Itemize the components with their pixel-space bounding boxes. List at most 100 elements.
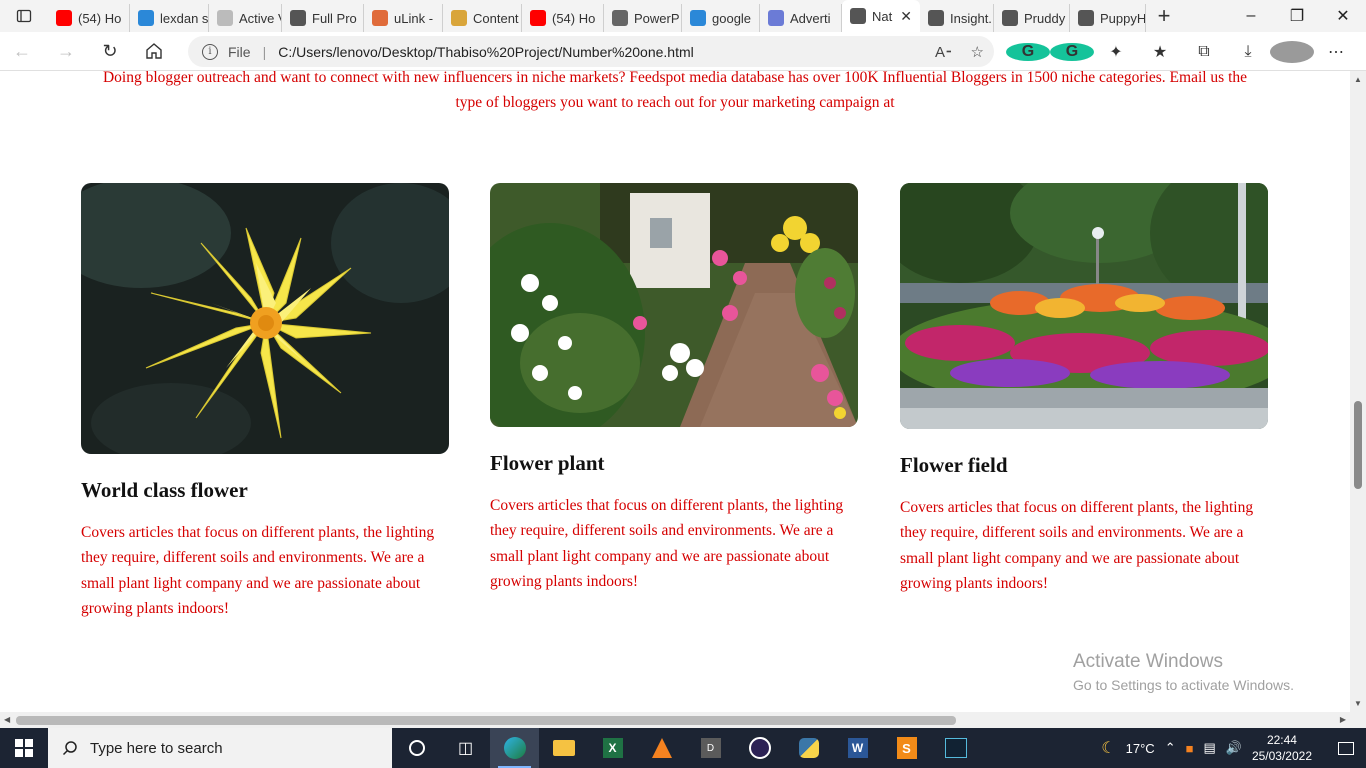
- grammarly-icon: G: [1006, 42, 1050, 61]
- scroll-up-icon[interactable]: ▲: [1354, 75, 1362, 84]
- card-title: Flower plant: [490, 451, 605, 475]
- back-button[interactable]: ←: [0, 32, 44, 71]
- browser-tab[interactable]: Active V: [209, 4, 282, 32]
- profile-button[interactable]: [1270, 40, 1314, 63]
- flower-bed-park-image: [900, 183, 1268, 429]
- dictionary-icon: D: [700, 738, 721, 758]
- read-aloud-icon[interactable]: A⁃: [935, 43, 953, 61]
- sublime-button[interactable]: S: [882, 728, 931, 768]
- vertical-scrollbar[interactable]: ▲ ▼: [1350, 71, 1366, 712]
- home-button[interactable]: [132, 32, 176, 71]
- grammarly-extension-button[interactable]: G: [1006, 42, 1050, 61]
- restore-icon[interactable]: ❐: [1274, 0, 1320, 32]
- sublime-icon: S: [896, 737, 917, 759]
- refresh-button[interactable]: ↻: [88, 32, 132, 71]
- horizontal-scrollbar[interactable]: ◀ ▶: [0, 712, 1350, 728]
- scroll-left-icon[interactable]: ◀: [4, 715, 10, 724]
- browser-tab[interactable]: PowerP: [604, 4, 682, 32]
- word-icon: W: [847, 738, 868, 758]
- new-tab-button[interactable]: +: [1146, 3, 1182, 29]
- content-icon: [451, 10, 467, 26]
- browser-tab[interactable]: Pruddy: [994, 4, 1070, 32]
- browser-tab-label: PuppyH: [1100, 10, 1146, 26]
- forward-button[interactable]: →: [44, 32, 88, 71]
- browser-tab[interactable]: uLink -: [364, 4, 443, 32]
- python-button[interactable]: [784, 728, 833, 768]
- word-button[interactable]: W: [833, 728, 882, 768]
- taskbar-search-box[interactable]: Type here to search: [48, 728, 392, 768]
- browser-tab-bar: (54) Ho lexdan s Active V Full Pro uLink - Co…: [0, 0, 1366, 32]
- page-viewport: Doing blogger outreach and want to conne…: [0, 71, 1350, 712]
- notification-icon: [1338, 741, 1354, 755]
- weather-icon[interactable]: ☾: [1101, 738, 1115, 758]
- browser-tab[interactable]: PuppyH: [1070, 4, 1146, 32]
- browser-tab[interactable]: (54) Ho: [48, 4, 130, 32]
- grammarly-alt-extension-button[interactable]: G: [1050, 42, 1094, 61]
- notification-center-button[interactable]: [1326, 741, 1366, 755]
- terminal-button[interactable]: [931, 728, 980, 768]
- downloads-button[interactable]: ⤓: [1226, 43, 1270, 61]
- card-description: Covers articles that focus on different …: [900, 499, 1254, 592]
- minimize-icon[interactable]: –: [1228, 0, 1274, 32]
- extensions-button[interactable]: ✦: [1094, 42, 1138, 62]
- browser-tab-label: Nat: [872, 8, 893, 24]
- card-flower-plant: Flower plant Covers articles that focus …: [490, 183, 858, 594]
- bing-icon: [138, 10, 154, 26]
- close-icon[interactable]: ✕: [1320, 0, 1366, 32]
- tab-actions-icon: [16, 9, 32, 23]
- browser-tab[interactable]: (54) Ho: [522, 4, 604, 32]
- excel-button[interactable]: X: [588, 728, 637, 768]
- activate-windows-watermark: Activate Windows Go to Settings to activ…: [1073, 651, 1294, 693]
- scroll-down-icon[interactable]: ▼: [1354, 699, 1362, 708]
- favorites-icon: ★: [1152, 43, 1168, 61]
- intro-paragraph: Doing blogger outreach and want to conne…: [102, 71, 1248, 111]
- url-text[interactable]: C:/Users/lenovo/Desktop/Thabiso%20Projec…: [278, 44, 694, 60]
- download-icon: ⤓: [1244, 42, 1252, 60]
- windows-logo-icon: [15, 739, 33, 757]
- add-favorite-icon[interactable]: ☆: [971, 43, 984, 61]
- eclipse-button[interactable]: [735, 728, 784, 768]
- cortana-button[interactable]: [392, 728, 441, 768]
- browser-tab[interactable]: Content: [443, 4, 522, 32]
- network-icon[interactable]: ▤: [1203, 740, 1215, 756]
- volume-icon[interactable]: 🔊: [1226, 740, 1242, 756]
- browser-tab[interactable]: google: [682, 4, 760, 32]
- clock-time: 22:44: [1266, 733, 1297, 747]
- check-icon: [768, 10, 784, 26]
- youtube-icon: [56, 10, 72, 26]
- address-bar[interactable]: i File | C:/Users/lenovo/Desktop/Thabiso…: [188, 36, 994, 67]
- edge-taskbar-button[interactable]: [490, 728, 539, 768]
- avast-icon[interactable]: ■: [1186, 741, 1194, 756]
- youtube-icon: [530, 10, 546, 26]
- browser-tab-label: uLink -: [394, 10, 434, 26]
- browser-tab-label: (54) Ho: [552, 10, 596, 26]
- browser-tab-label: (54) Ho: [78, 10, 122, 26]
- vlc-button[interactable]: [637, 728, 686, 768]
- windows-taskbar: Type here to search ◫ X D W S ☾ 17°C ⌃ ■…: [0, 728, 1366, 768]
- vlc-icon: [651, 738, 672, 758]
- taskbar-clock[interactable]: 22:44 25/03/2022: [1252, 732, 1312, 764]
- scroll-right-icon[interactable]: ▶: [1340, 715, 1346, 724]
- browser-tab-label: lexdan s: [160, 10, 209, 26]
- browser-tab[interactable]: lexdan s: [130, 4, 209, 32]
- file-explorer-button[interactable]: [539, 728, 588, 768]
- browser-tab[interactable]: Insight.: [920, 4, 994, 32]
- start-button[interactable]: [0, 728, 48, 768]
- show-hidden-icons-icon[interactable]: ⌃: [1165, 740, 1176, 756]
- settings-menu-button[interactable]: ⋯: [1314, 42, 1358, 62]
- weather-temp[interactable]: 17°C: [1126, 741, 1155, 756]
- browser-tab[interactable]: Full Pro: [282, 4, 364, 32]
- horizontal-scroll-thumb[interactable]: [16, 716, 956, 725]
- task-view-button[interactable]: ◫: [441, 728, 490, 768]
- close-tab-icon[interactable]: ✕: [900, 8, 912, 25]
- favorites-button[interactable]: ★: [1138, 42, 1182, 62]
- collections-button[interactable]: ⧉: [1182, 43, 1226, 61]
- vertical-scroll-thumb[interactable]: [1354, 401, 1362, 489]
- browser-tab[interactable]: Nat ✕: [842, 0, 920, 32]
- puzzle-icon: ✦: [1109, 43, 1123, 61]
- info-icon[interactable]: i: [202, 43, 218, 60]
- dictionary-button[interactable]: D: [686, 728, 735, 768]
- browser-tab[interactable]: Adverti: [760, 4, 842, 32]
- tab-actions-button[interactable]: [0, 0, 48, 32]
- home-icon: [146, 43, 162, 59]
